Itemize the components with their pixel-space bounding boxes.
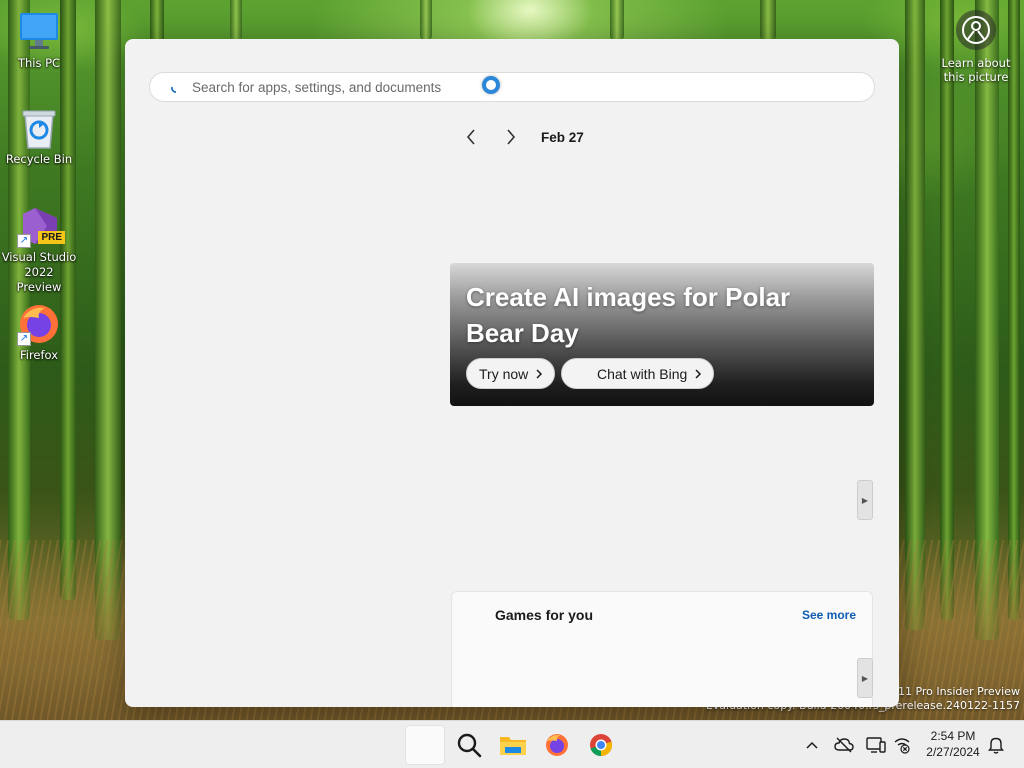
date-navigation: Feb 27 bbox=[455, 125, 584, 149]
notifications-button[interactable] bbox=[986, 735, 1006, 755]
date-label: Feb 27 bbox=[541, 129, 584, 145]
chevron-up-icon bbox=[806, 741, 818, 749]
play-arrow-icon: ▶ bbox=[861, 673, 869, 683]
bing-promo-card[interactable]: Create AI images for Polar Bear Day Try … bbox=[450, 263, 874, 406]
play-arrow-icon: ▶ bbox=[861, 495, 869, 505]
show-hidden-icons-button[interactable] bbox=[802, 735, 822, 755]
taskbar-search-button[interactable] bbox=[449, 725, 489, 765]
network-disconnected-icon bbox=[894, 738, 910, 754]
search-icon bbox=[457, 733, 482, 758]
display-icon bbox=[866, 737, 886, 753]
file-explorer-icon bbox=[500, 737, 526, 755]
firefox-icon: ↗ bbox=[17, 302, 61, 346]
search-box[interactable] bbox=[149, 72, 875, 102]
games-for-you-card: Games for you See more bbox=[451, 591, 873, 707]
try-now-label: Try now bbox=[479, 365, 529, 382]
shortcut-arrow-icon: ↗ bbox=[17, 234, 31, 248]
onedrive-offline-icon bbox=[834, 737, 854, 753]
bamboo-stalk bbox=[905, 0, 925, 630]
taskbar: 2:54 PM 2/27/2024 bbox=[0, 720, 1024, 768]
visual-studio-preview-icon: PRE ↗ bbox=[17, 204, 65, 248]
chevron-right-icon bbox=[536, 368, 543, 379]
bamboo-stalk bbox=[230, 0, 242, 40]
games-card-title: Games for you bbox=[495, 607, 594, 623]
see-more-link[interactable]: See more bbox=[802, 608, 856, 622]
learn-about-picture[interactable]: Learn about this picture bbox=[938, 10, 1014, 84]
search-panel: Feb 27 Create AI images for Polar Bear D… bbox=[125, 39, 899, 707]
bamboo-stalk bbox=[420, 0, 432, 40]
bamboo-stalk bbox=[760, 0, 776, 40]
bell-icon bbox=[988, 737, 1004, 754]
clock-time: 2:54 PM bbox=[930, 729, 976, 743]
desktop-icon-label: Visual Studio 2022 Preview bbox=[1, 250, 77, 294]
bamboo-stalk bbox=[60, 0, 76, 600]
loading-spinner-icon bbox=[171, 86, 177, 93]
camera-info-icon bbox=[956, 10, 996, 50]
try-now-button[interactable]: Try now bbox=[466, 358, 556, 389]
clock-date: 2/27/2024 bbox=[926, 745, 980, 759]
taskbar-chrome[interactable] bbox=[581, 725, 621, 765]
chat-with-bing-label: Chat with Bing bbox=[597, 365, 688, 382]
chevron-right-icon bbox=[695, 368, 702, 379]
taskbar-clock[interactable]: 2:54 PM 2/27/2024 bbox=[918, 728, 988, 760]
taskbar-file-explorer[interactable] bbox=[493, 725, 533, 765]
next-day-button[interactable] bbox=[495, 125, 527, 149]
chevron-left-icon bbox=[466, 129, 475, 145]
bing-card-title: Create AI images for Polar Bear Day bbox=[466, 282, 791, 348]
chat-with-bing-button[interactable]: Chat with Bing bbox=[561, 358, 715, 389]
desktop-icon-firefox[interactable]: ↗ Firefox bbox=[1, 302, 77, 363]
start-button[interactable] bbox=[405, 725, 445, 765]
desktop-icon-label: Recycle Bin bbox=[5, 152, 73, 166]
desktop-icon-this-pc[interactable]: This PC bbox=[1, 10, 77, 71]
onedrive-status[interactable] bbox=[834, 735, 854, 755]
firefox-icon bbox=[546, 734, 568, 756]
bamboo-stalk bbox=[1008, 0, 1020, 620]
chrome-icon bbox=[590, 734, 613, 757]
bamboo-stalk bbox=[610, 0, 624, 40]
pre-badge: PRE bbox=[38, 231, 65, 244]
network-status[interactable] bbox=[892, 735, 912, 755]
mouse-cursor-ring bbox=[482, 76, 500, 94]
desktop-icon-recycle-bin[interactable]: Recycle Bin bbox=[1, 106, 77, 167]
bamboo-stalk bbox=[940, 0, 954, 620]
scroll-right-button[interactable]: ▶ bbox=[857, 480, 873, 520]
desktop-icon-label: Firefox bbox=[19, 348, 59, 362]
taskbar-firefox[interactable] bbox=[537, 725, 577, 765]
scroll-right-button[interactable]: ▶ bbox=[857, 658, 873, 698]
learn-about-label: Learn about this picture bbox=[941, 56, 1011, 84]
shortcut-arrow-icon: ↗ bbox=[17, 332, 31, 346]
monitor-icon bbox=[17, 10, 61, 54]
previous-day-button[interactable] bbox=[455, 125, 487, 149]
desktop-icon-visual-studio[interactable]: PRE ↗ Visual Studio 2022 Preview bbox=[1, 204, 77, 295]
chevron-right-icon bbox=[507, 129, 516, 145]
recycle-bin-icon bbox=[17, 106, 61, 150]
display-status[interactable] bbox=[866, 735, 886, 755]
desktop-icon-label: This PC bbox=[17, 56, 61, 70]
